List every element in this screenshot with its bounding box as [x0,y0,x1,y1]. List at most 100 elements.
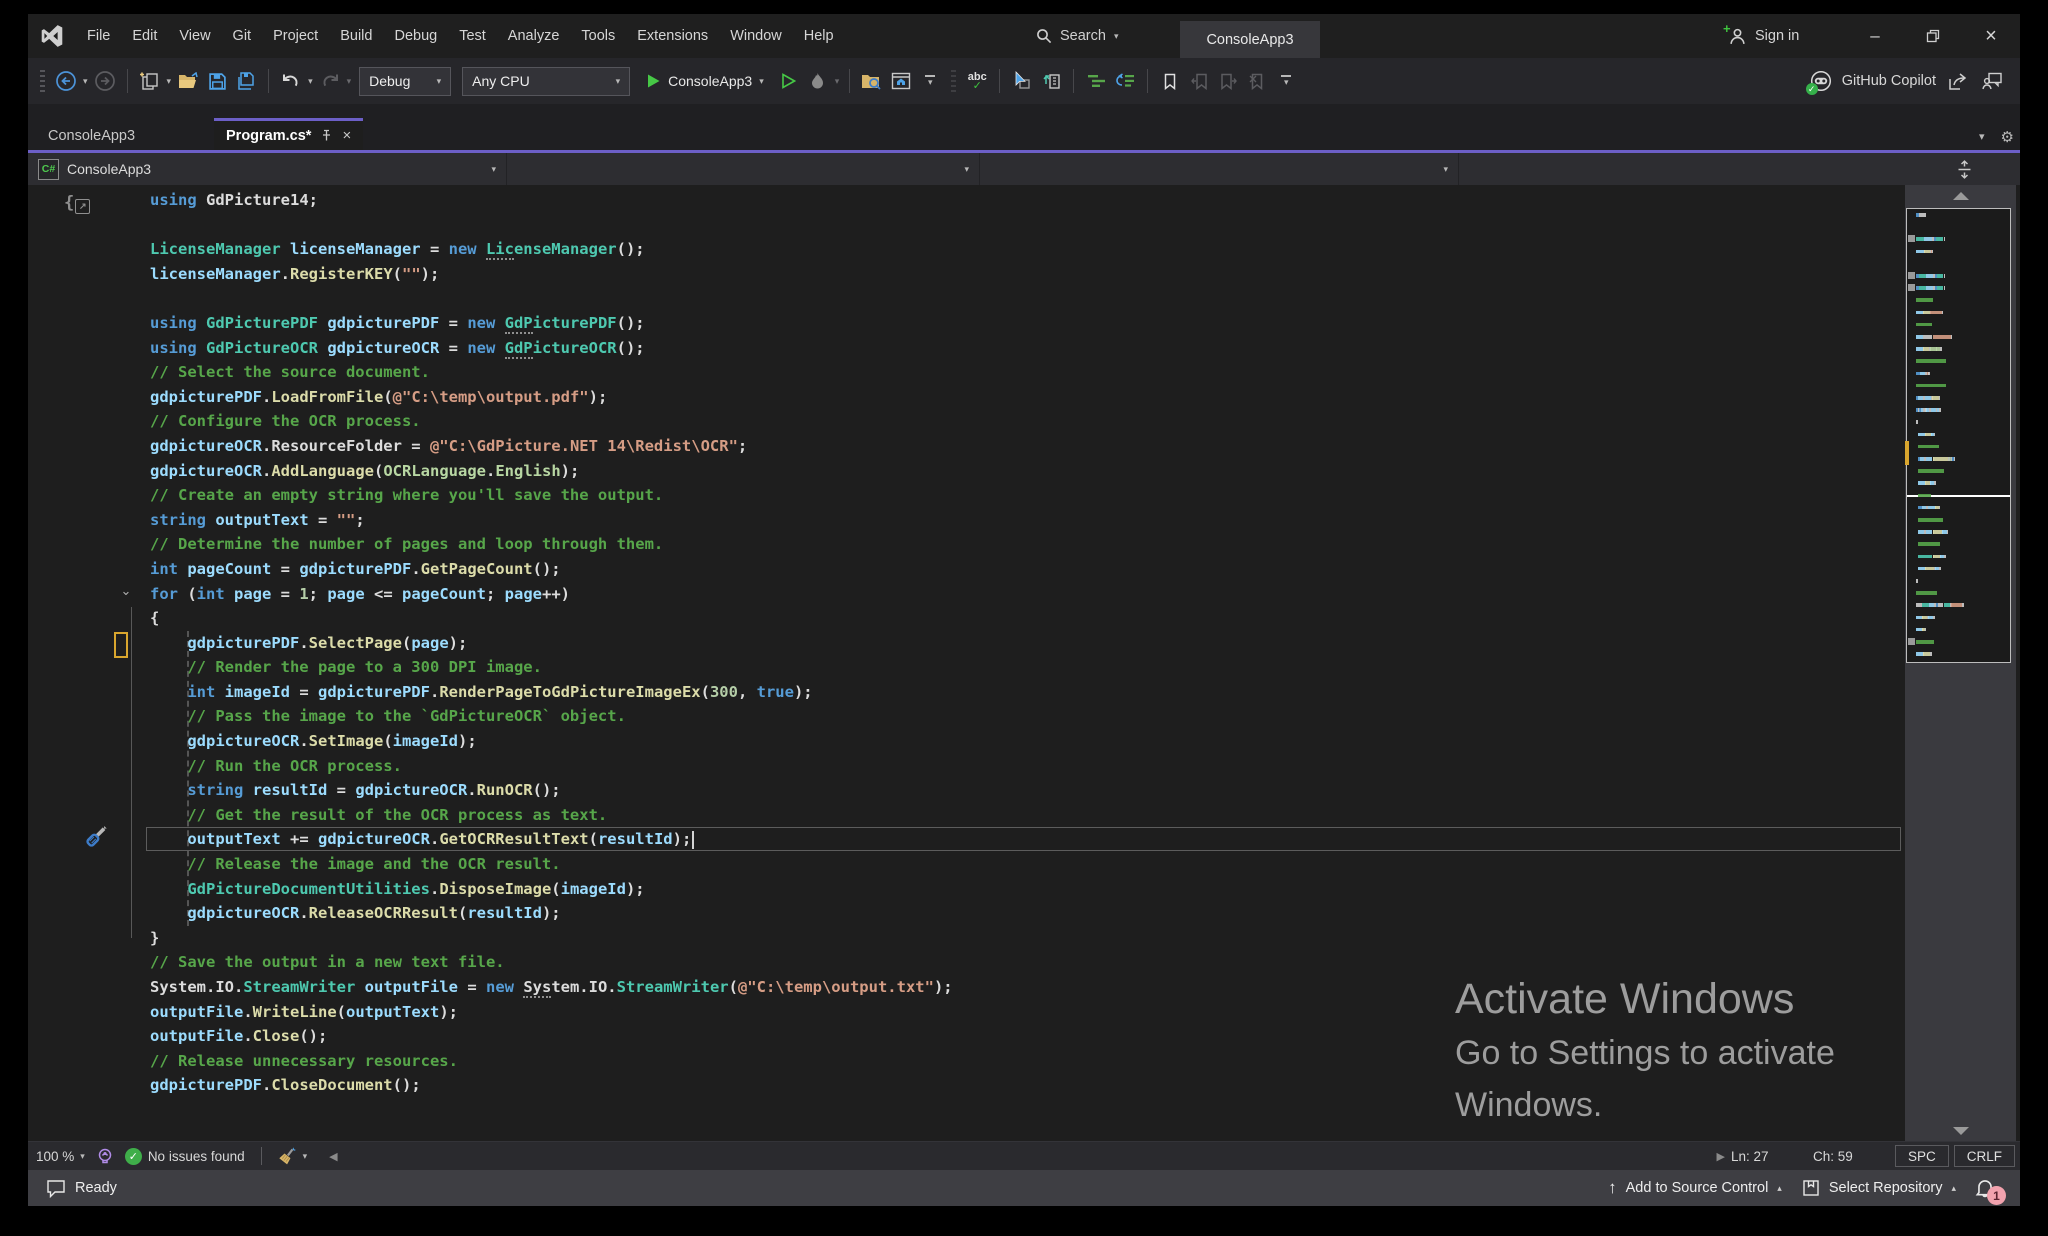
code-line[interactable]: gdpictureOCR.ReleaseOCRResult(resultId); [150,901,1905,926]
notifications-button[interactable]: 1 [1974,1176,1998,1200]
restore-icon[interactable] [1904,14,1962,58]
code-line[interactable]: // Configure the OCR process. [150,409,1905,434]
code-line[interactable] [150,213,1905,238]
code-line[interactable]: // Save the output in a new text file. [150,950,1905,975]
code-line[interactable]: int pageCount = gdpicturePDF.GetPageCoun… [150,557,1905,582]
chevron-down-icon[interactable]: ▾ [308,77,313,86]
menu-help[interactable]: Help [793,14,845,58]
code-line[interactable]: GdPictureDocumentUtilities.DisposeImage(… [150,877,1905,902]
code-line[interactable]: string resultId = gdpictureOCR.RunOCR(); [150,778,1905,803]
chevron-down-icon[interactable]: ▾ [167,77,172,86]
minimap[interactable] [1906,208,2011,663]
project-dropdown[interactable]: C# ConsoleApp3 ▾ [28,153,507,185]
next-bookmark-icon[interactable] [1216,67,1240,95]
copilot-label[interactable]: GitHub Copilot [1842,73,1936,89]
zoom-select[interactable]: 100 % ▾ [28,1142,93,1170]
clear-bookmarks-icon[interactable] [1245,67,1269,95]
start-debugging-button[interactable]: ConsoleApp3 ▾ [638,67,772,95]
hscroll-left-icon[interactable]: ◀ [329,1150,337,1163]
search-context-chip[interactable]: ConsoleApp3 [1180,21,1320,58]
gear-icon[interactable]: ⚙ [2001,128,2014,146]
usings-adornment-icon[interactable]: {↗ [64,193,90,214]
redo-icon[interactable] [318,67,342,95]
menu-window[interactable]: Window [719,14,793,58]
column-indicator[interactable]: Ch: 59 [1813,1149,1895,1164]
prev-bookmark-icon[interactable] [1187,67,1211,95]
menu-edit[interactable]: Edit [121,14,168,58]
code-line[interactable]: using GdPicturePDF gdpicturePDF = new Gd… [150,311,1905,336]
show-more-buttons-icon[interactable]: ▾ [918,67,942,95]
pin-icon[interactable] [320,129,333,142]
tab-consoleapp3[interactable]: ConsoleApp3 [32,121,151,150]
bookmark-icon[interactable] [1158,67,1182,95]
github-copilot-icon[interactable]: ✓ [1810,70,1832,92]
menu-file[interactable]: File [76,14,121,58]
code-line[interactable] [150,286,1905,311]
chevron-down-icon[interactable]: ▾ [347,77,352,86]
error-status[interactable]: ✓ No issues found [117,1142,253,1170]
code-line[interactable]: System.IO.StreamWriter outputFile = new … [150,975,1905,1000]
vertical-scrollbar[interactable] [1905,185,2016,1142]
code-line[interactable]: // Determine the number of pages and loo… [150,532,1905,557]
toolbar-grip[interactable] [951,70,956,92]
eol-indicator[interactable]: CRLF [1954,1145,2015,1167]
space-indicator[interactable]: SPC [1895,1145,1949,1167]
navigate-back-icon[interactable] [54,67,78,95]
code-line[interactable]: // Pass the image to the `GdPictureOCR` … [150,704,1905,729]
code-line[interactable]: // Run the OCR process. [150,754,1905,779]
code-line[interactable]: gdpicturePDF.SelectPage(page); [150,631,1905,656]
code-line[interactable]: // Create an empty string where you'll s… [150,483,1905,508]
code-cleanup-button[interactable]: ▾ [270,1142,316,1170]
code-line[interactable]: outputFile.Close(); [150,1024,1905,1049]
code-line[interactable]: // Select the source document. [150,360,1905,385]
chevron-down-icon[interactable]: ▾ [835,77,840,86]
code-line[interactable]: LicenseManager licenseManager = new Lice… [150,237,1905,262]
save-icon[interactable] [205,67,229,95]
code-line[interactable]: { [150,606,1905,631]
scroll-up-icon[interactable] [1905,192,2016,200]
selection-icon[interactable] [1010,67,1034,95]
format-indent-icon[interactable] [1084,67,1108,95]
menu-extensions[interactable]: Extensions [626,14,719,58]
share-icon[interactable] [1946,67,1970,95]
copy-code-icon[interactable] [1039,67,1063,95]
code-line[interactable]: for (int page = 1; page <= pageCount; pa… [150,582,1905,607]
code-line[interactable]: gdpicturePDF.LoadFromFile(@"C:\temp\outp… [150,385,1905,410]
menu-analyze[interactable]: Analyze [497,14,571,58]
line-indicator[interactable]: Ln: 27 [1731,1149,1813,1164]
code-line[interactable]: outputFile.WriteLine(outputText); [150,1000,1905,1025]
code-line[interactable]: gdpictureOCR.ResourceFolder = @"C:\GdPic… [150,434,1905,459]
code-line[interactable]: // Get the result of the OCR process as … [150,803,1905,828]
fold-chevron-icon[interactable]: ⌄ [116,579,136,603]
navigate-forward-icon[interactable] [93,67,117,95]
menu-test[interactable]: Test [448,14,497,58]
solution-configuration-select[interactable]: Debug ▾ [359,67,451,96]
code-line[interactable]: string outputText = ""; [150,508,1905,533]
code-line[interactable]: using GdPictureOCR gdpictureOCR = new Gd… [150,336,1905,361]
tab-program-cs[interactable]: Program.cs* × [214,118,363,150]
close-tab-icon[interactable]: × [342,127,351,144]
select-repository-button[interactable]: Select Repository ▴ [1792,1170,1966,1206]
format-undo-icon[interactable] [1113,67,1137,95]
member-dropdown[interactable]: ▾ [980,153,1459,185]
open-file-icon[interactable] [176,67,200,95]
menu-project[interactable]: Project [262,14,329,58]
menu-debug[interactable]: Debug [383,14,448,58]
code-line[interactable]: // Release the image and the OCR result. [150,852,1905,877]
code-line[interactable]: using GdPicture14; [150,188,1905,213]
sign-in-button[interactable]: + Sign in [1728,14,1799,58]
code-line[interactable]: } [150,926,1905,951]
hot-reload-icon[interactable] [806,67,830,95]
menu-view[interactable]: View [168,14,221,58]
menu-build[interactable]: Build [329,14,383,58]
code-editor[interactable]: {↗ ⌄ using GdPicture14; LicenseManager li… [28,185,1905,1142]
code-line[interactable]: outputText += gdpictureOCR.GetOCRResultT… [150,827,1905,852]
code-line[interactable]: licenseManager.RegisterKEY(""); [150,262,1905,287]
hscroll-right-icon[interactable]: ▶ [1717,1150,1725,1163]
search-control[interactable]: Search ▾ [1036,14,1118,58]
menu-tools[interactable]: Tools [570,14,626,58]
chevron-down-icon[interactable]: ▾ [83,77,88,86]
toolbar-grip[interactable] [40,70,45,92]
undo-icon[interactable] [279,67,303,95]
code-line[interactable]: // Release unnecessary resources. [150,1049,1905,1074]
